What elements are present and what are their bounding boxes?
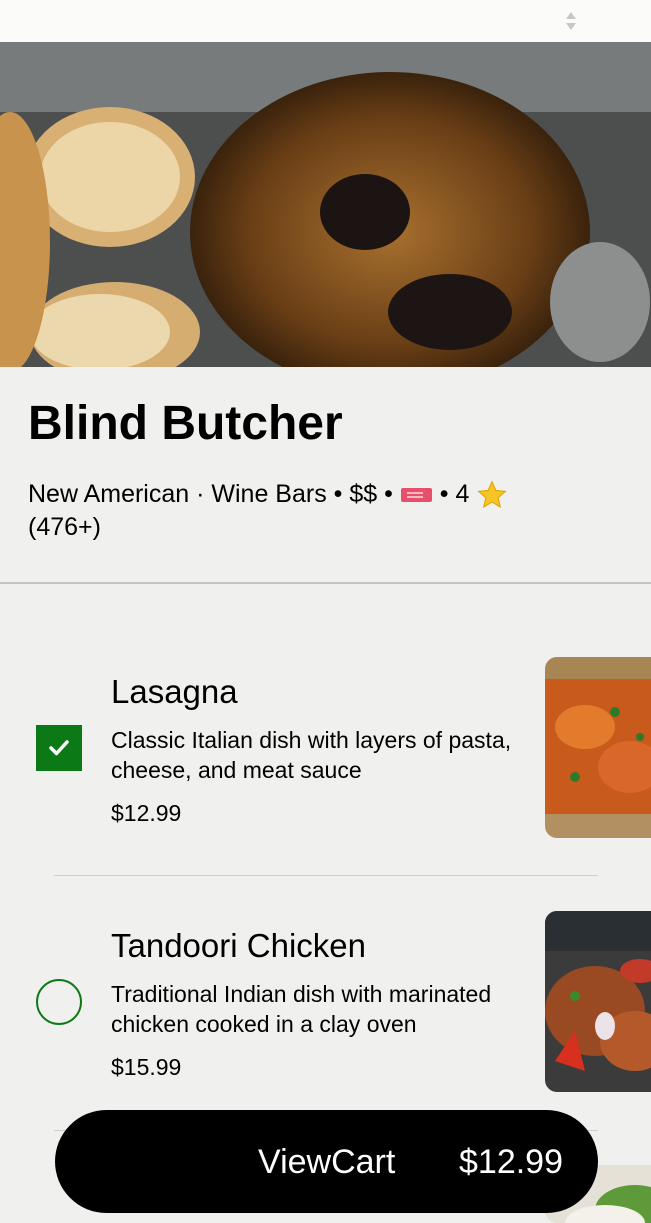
separator-dot: • <box>384 480 400 508</box>
view-cart-button[interactable]: ViewCart $12.99 <box>55 1110 598 1213</box>
separator-dot: • <box>333 480 350 508</box>
menu-item[interactable]: Lasagna Classic Italian dish with layers… <box>0 655 651 875</box>
price-level: $$ <box>349 480 378 508</box>
item-description: Classic Italian dish with layers of past… <box>111 727 512 783</box>
top-bar <box>0 0 651 42</box>
item-image[interactable] <box>545 657 651 838</box>
restaurant-info: New American · Wine Bars • $$ • • 4 (476… <box>28 478 628 544</box>
restaurant-categories: New American · Wine Bars <box>28 480 327 508</box>
restaurant-name: Blind Butcher <box>28 397 343 450</box>
item-unselected-checkbox[interactable] <box>36 979 82 1025</box>
item-price: $15.99 <box>111 1054 182 1080</box>
menu-item[interactable]: Tandoori Chicken Traditional Indian dish… <box>0 910 651 1130</box>
item-divider <box>54 875 598 876</box>
item-image[interactable] <box>545 911 651 1092</box>
rating-value: 4 <box>455 480 470 508</box>
sort-arrows-icon[interactable] <box>564 11 578 31</box>
item-name: Tandoori Chicken <box>111 927 366 964</box>
ticket-icon <box>400 488 432 503</box>
star-icon <box>477 480 507 509</box>
section-divider <box>0 582 651 584</box>
item-selected-checkbox[interactable] <box>36 725 82 771</box>
item-name: Lasagna <box>111 673 238 710</box>
item-description: Traditional Indian dish with marinated c… <box>111 981 492 1037</box>
item-price: $12.99 <box>111 800 182 826</box>
hero-image <box>0 42 651 367</box>
cart-total: $12.99 <box>459 1143 563 1181</box>
separator-dot: • <box>439 480 456 508</box>
check-icon <box>49 740 69 756</box>
review-count: (476+) <box>28 513 101 542</box>
view-cart-label: ViewCart <box>258 1143 396 1181</box>
